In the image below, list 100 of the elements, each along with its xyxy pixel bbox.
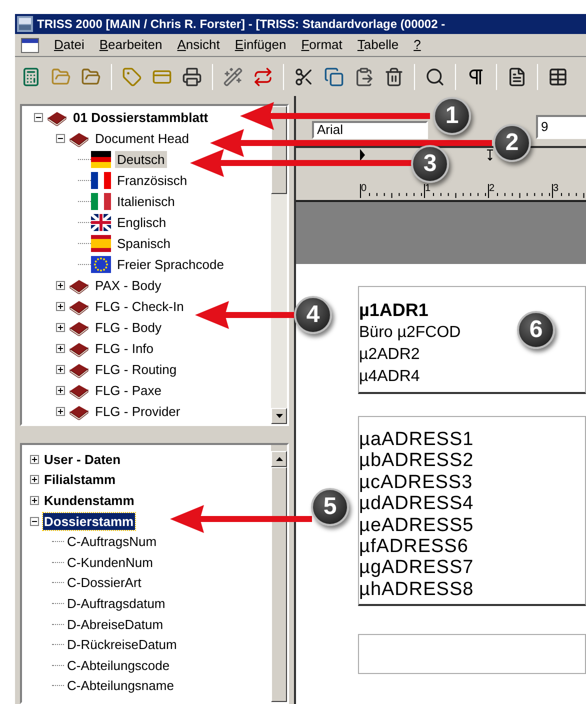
- tree-item[interactable]: C-AuftragsNum: [66, 533, 158, 550]
- book-icon: [47, 110, 67, 126]
- magic-wand-icon[interactable]: [223, 66, 243, 86]
- menu-item[interactable]: Ansicht: [177, 35, 220, 55]
- italian-flag-icon: [91, 193, 111, 210]
- open-folder-icon[interactable]: [81, 66, 101, 86]
- expand-icon[interactable]: [56, 281, 65, 290]
- tree-item[interactable]: D-AbreiseDatum: [66, 616, 164, 633]
- tree-item[interactable]: C-Abteilungsname: [66, 677, 175, 694]
- menu-item[interactable]: ?: [414, 35, 421, 55]
- field-placeholder: µhADRESS8: [359, 578, 474, 600]
- tree-item[interactable]: Kundenstamm: [43, 492, 136, 509]
- field-placeholder: µ1ADR1: [359, 299, 428, 322]
- ruler-ticks: [496, 193, 552, 198]
- tree-item[interactable]: FLG - Check-In: [93, 298, 186, 315]
- tree-item[interactable]: C-DossierArt: [66, 574, 142, 592]
- book-icon: [69, 320, 89, 336]
- field-placeholder: µcADRESS3: [359, 472, 473, 494]
- collapse-icon[interactable]: [34, 113, 43, 122]
- expand-icon[interactable]: [56, 407, 65, 416]
- field-placeholder: µbADRESS2: [359, 450, 474, 472]
- tree-item[interactable]: FLG - Paxe: [93, 382, 164, 399]
- trash-icon[interactable]: [384, 66, 404, 86]
- copy-icon[interactable]: [324, 66, 344, 86]
- tree-item[interactable]: D-Auftragsdatum: [66, 594, 166, 612]
- tree-item[interactable]: User - Daten: [43, 450, 122, 468]
- expand-icon[interactable]: [56, 323, 65, 332]
- menu-item[interactable]: Einfügen: [234, 35, 286, 55]
- menu-item[interactable]: Bearbeiten: [99, 35, 162, 55]
- expand-icon[interactable]: [56, 365, 65, 374]
- tree-item[interactable]: C-KundenNum: [66, 554, 154, 571]
- field-placeholder: µ2ADR2: [359, 345, 420, 365]
- expand-icon[interactable]: [30, 454, 39, 464]
- menu-item[interactable]: Format: [301, 35, 342, 55]
- ruler-number: 0: [360, 184, 367, 194]
- tree-item[interactable]: 01 Dossierstammblatt: [71, 109, 210, 126]
- field-placeholder: µfADRESS6: [359, 536, 468, 558]
- tree-item[interactable]: Freier Sprachcode: [115, 256, 226, 273]
- book-icon: [69, 278, 89, 294]
- window-title: TRISS 2000 [MAIN / Chris R. Forster] - [TRISS: Standardvorlage (00002 -: [37, 16, 446, 33]
- tree-item[interactable]: FLG - Provider: [93, 403, 182, 420]
- indent-marker-icon[interactable]: [360, 149, 365, 161]
- window-menu-icon[interactable]: [21, 38, 39, 52]
- tree-item[interactable]: FLG - Routing: [93, 361, 179, 378]
- book-icon: [69, 404, 89, 420]
- book-icon: [69, 130, 89, 146]
- scroll-up-button[interactable]: [271, 451, 287, 467]
- down-arrow-icon: [276, 414, 282, 418]
- font-size-field[interactable]: 9: [536, 115, 586, 139]
- cut-icon[interactable]: [294, 66, 314, 86]
- expand-icon[interactable]: [56, 302, 65, 311]
- collapse-icon[interactable]: [30, 516, 39, 526]
- german-flag-icon: [91, 151, 111, 168]
- expand-icon[interactable]: [56, 344, 65, 353]
- font-field[interactable]: Arial: [312, 121, 428, 139]
- book-icon: [69, 298, 89, 314]
- tree-item[interactable]: FLG - Body: [93, 319, 164, 336]
- ruler-number: 3: [552, 184, 559, 194]
- text-field[interactable]: [358, 634, 586, 674]
- loop-arrow-icon[interactable]: [253, 66, 273, 86]
- field-placeholder: Büro µ2FCOD: [359, 323, 461, 343]
- ruler-number: 1: [424, 184, 431, 194]
- tree-item[interactable]: Englisch: [115, 214, 168, 231]
- collapse-icon[interactable]: [56, 134, 65, 143]
- field-placeholder: µaADRESS1: [359, 429, 474, 450]
- expand-icon[interactable]: [56, 386, 65, 395]
- tree-item[interactable]: C-Abteilungscode: [66, 656, 171, 674]
- table-icon[interactable]: [548, 66, 568, 86]
- paste-icon[interactable]: [354, 66, 374, 86]
- tree-item[interactable]: Dossierstamm: [43, 512, 135, 530]
- menu-item[interactable]: Tabelle: [357, 35, 399, 55]
- scroll-down-button[interactable]: [271, 408, 287, 424]
- scroll-thumb[interactable]: [271, 467, 287, 702]
- calculator-icon[interactable]: [21, 66, 41, 86]
- french-flag-icon: [91, 172, 111, 189]
- tree-item[interactable]: Italienisch: [115, 193, 177, 210]
- tab-stop-icon[interactable]: [487, 149, 494, 161]
- menu-item[interactable]: Datei: [54, 35, 84, 55]
- tree-item[interactable]: D-RückreiseDatum: [66, 636, 178, 654]
- tree-item[interactable]: PAX - Body: [93, 277, 164, 294]
- ruler-ticks: [368, 193, 424, 198]
- up-arrow-icon: [276, 457, 282, 461]
- document-icon[interactable]: [507, 66, 527, 86]
- expand-icon[interactable]: [30, 496, 39, 505]
- tree-item[interactable]: Filialstamm: [43, 471, 117, 488]
- tree-item[interactable]: Document Head: [93, 130, 191, 147]
- search-icon[interactable]: [425, 66, 445, 86]
- text-field[interactable]: µaADRESS1 µbADRESS2 µcADRESS3 µdADRESS4 µeADRESS5 µfADRESS6 µgADRESS7 µhADRESS8: [358, 416, 586, 606]
- book-icon: [69, 382, 89, 398]
- ruler-number: 2: [488, 184, 495, 194]
- expand-icon[interactable]: [30, 475, 39, 484]
- tree-item[interactable]: Spanisch: [115, 235, 172, 252]
- printer-icon[interactable]: [182, 66, 202, 86]
- book-icon: [69, 362, 89, 378]
- spanish-flag-icon: [91, 235, 111, 252]
- tree-item[interactable]: FLG - Info: [93, 340, 156, 357]
- tree-item[interactable]: Deutsch: [115, 151, 167, 168]
- app-icon: [17, 16, 33, 32]
- tree-item[interactable]: Französisch: [115, 172, 190, 189]
- british-flag-icon: [91, 214, 111, 231]
